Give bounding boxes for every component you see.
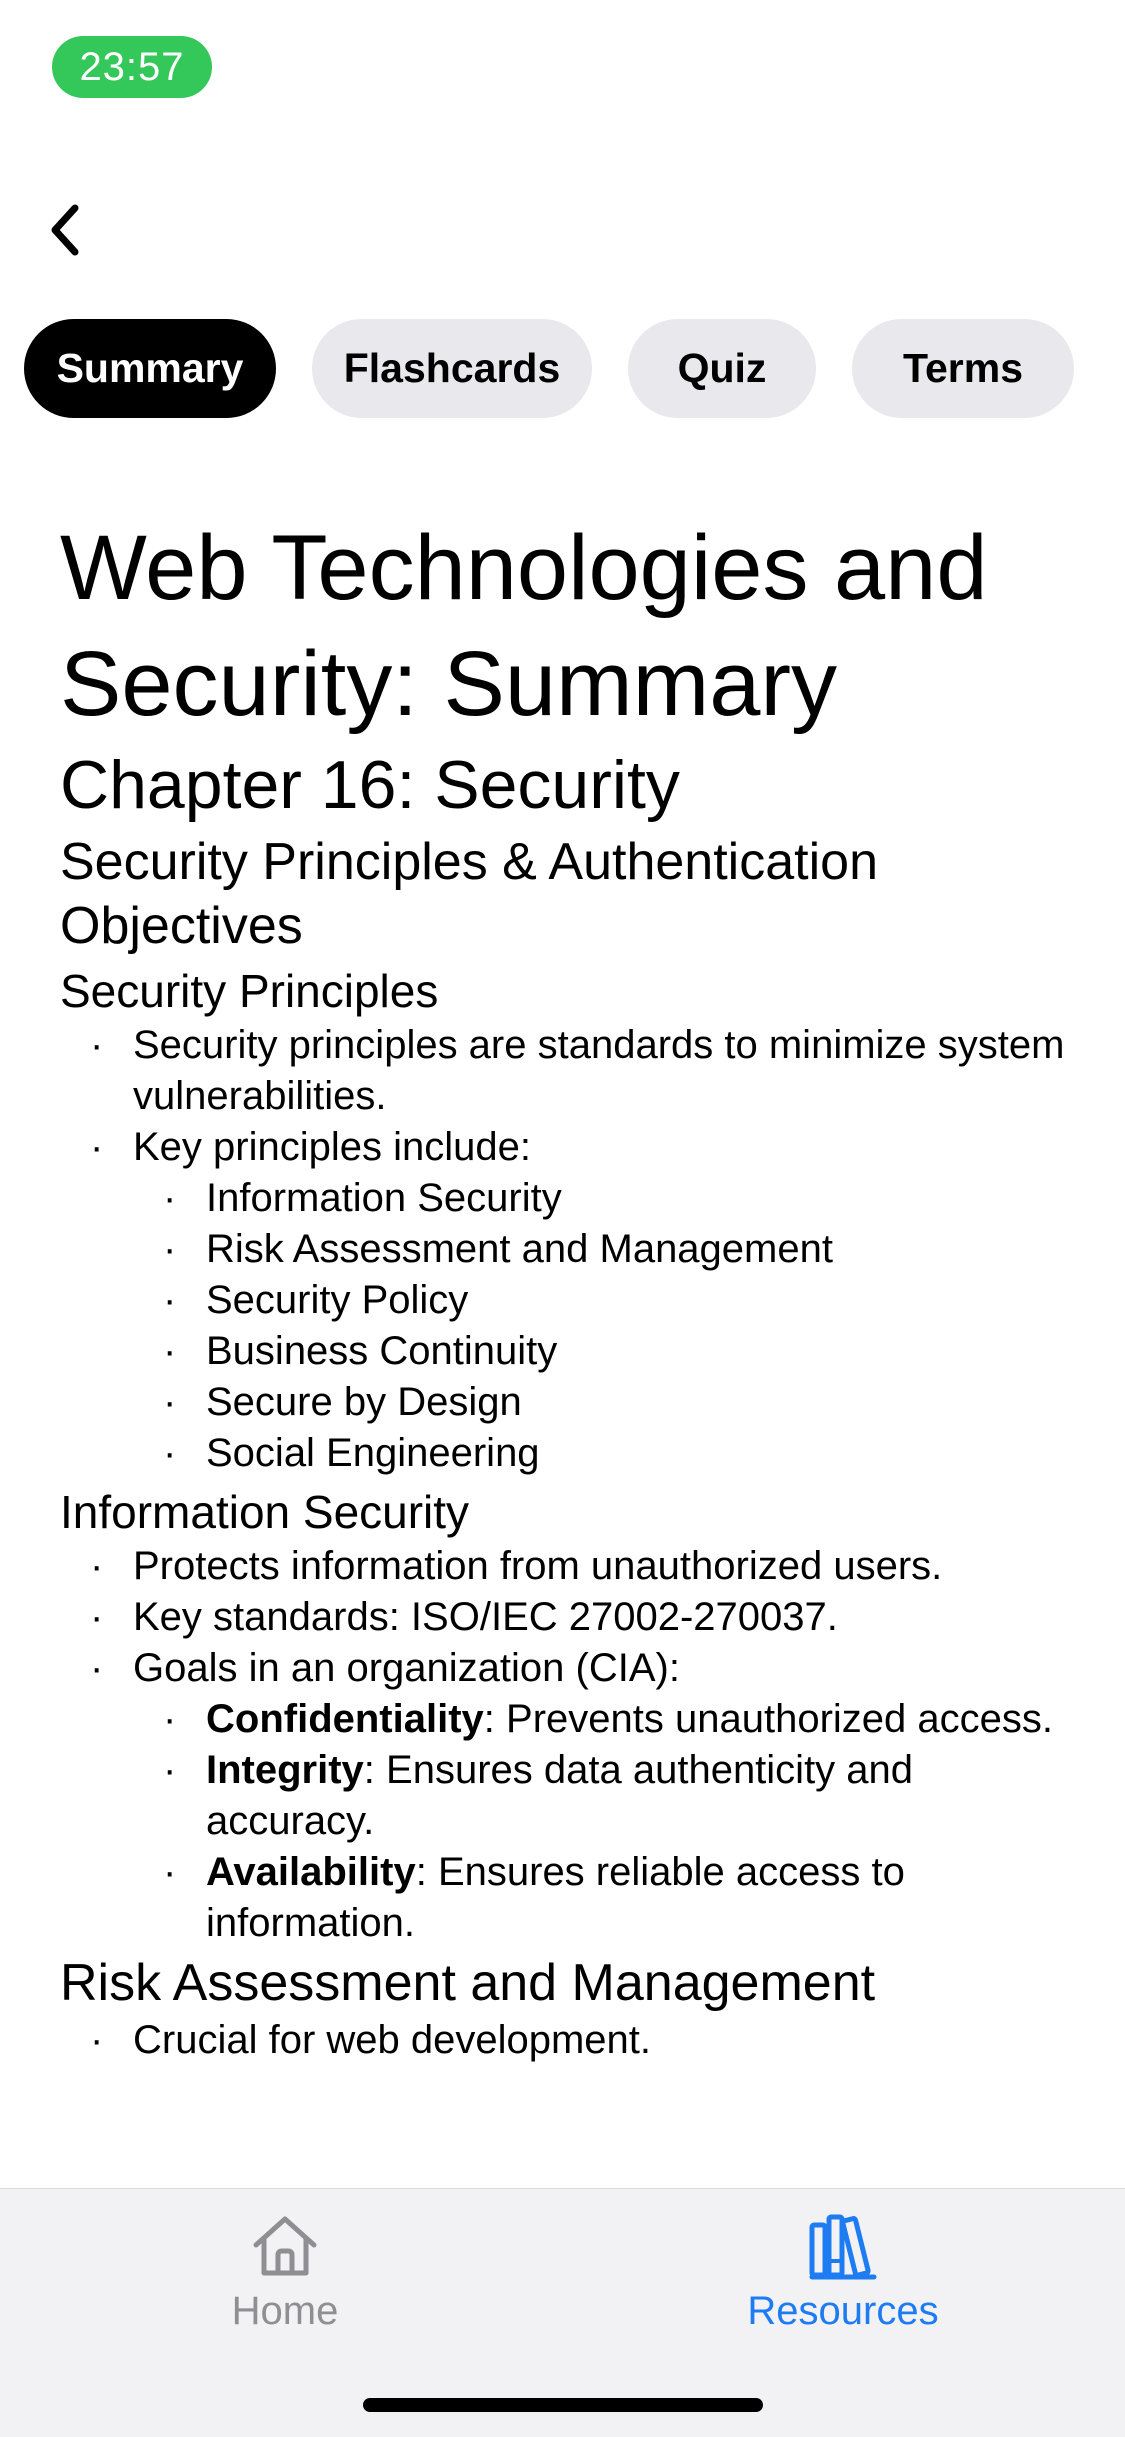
list-item: Social Engineering [163, 1428, 1070, 1479]
list-item: Protects information from unauthorized u… [90, 1541, 1070, 1592]
list-item: Availability: Ensures reliable access to… [163, 1847, 1070, 1949]
bullet-list: Protects information from unauthorized u… [60, 1541, 1070, 1949]
list-item: Goals in an organization (CIA): Confiden… [90, 1643, 1070, 1949]
subsection-heading: Risk Assessment and Management [60, 1954, 876, 2012]
house-icon [253, 2216, 317, 2276]
document-title: Web Technologies and Security: Summary [60, 517, 988, 735]
section-heading: Security Principles & Authentication Obj… [60, 833, 878, 955]
summary-content[interactable]: Web Technologies and Security: Summary C… [60, 510, 1070, 2085]
list-item: Secure by Design [163, 1377, 1070, 1428]
term-definition: : Prevents unauthorized access. [483, 1697, 1053, 1741]
status-time: 23:57 [52, 36, 212, 98]
list-item: Risk Assessment and Management [163, 1224, 1070, 1275]
books-icon [809, 2214, 877, 2280]
home-indicator [363, 2398, 763, 2412]
chapter-heading: Chapter 16: Security [60, 747, 680, 823]
list-item: Information Security [163, 1173, 1070, 1224]
bullet-list: Security principles are standards to min… [60, 1020, 1070, 1479]
tab-summary[interactable]: Summary [24, 319, 276, 418]
tab-bar-resources-label: Resources [747, 2289, 939, 2333]
bullet-list: Crucial for web development. [60, 2015, 1070, 2066]
list-item: Security principles are standards to min… [90, 1020, 1070, 1122]
tab-terms[interactable]: Terms [852, 319, 1074, 418]
nested-bullet-list: Confidentiality: Prevents unauthorized a… [133, 1694, 1070, 1949]
term: Integrity [206, 1748, 364, 1792]
tab-bar-resources[interactable]: Resources [693, 2211, 993, 2339]
list-item: Integrity: Ensures data authenticity and… [163, 1745, 1070, 1847]
nested-bullet-list: Information Security Risk Assessment and… [133, 1173, 1070, 1479]
list-item: Key principles include: Information Secu… [90, 1122, 1070, 1479]
tab-quiz[interactable]: Quiz [628, 319, 816, 418]
term: Availability [206, 1850, 416, 1894]
list-item-text: Goals in an organization (CIA): [133, 1646, 680, 1690]
back-button[interactable] [40, 195, 90, 265]
list-item: Crucial for web development. [90, 2015, 1070, 2066]
tab-flashcards[interactable]: Flashcards [312, 319, 592, 418]
term: Confidentiality [206, 1697, 484, 1741]
list-item: Confidentiality: Prevents unauthorized a… [163, 1694, 1070, 1745]
tab-bar-home[interactable]: Home [135, 2211, 435, 2339]
subsection-heading: Security Principles [60, 965, 439, 1017]
segmented-tabs: Summary Flashcards Quiz Terms [24, 319, 1074, 418]
list-item: Key standards: ISO/IEC 27002-270037. [90, 1592, 1070, 1643]
list-item: Business Continuity [163, 1326, 1070, 1377]
list-item-text: Key principles include: [133, 1125, 531, 1169]
tab-bar-home-label: Home [231, 2289, 339, 2333]
chevron-left-icon [51, 204, 79, 256]
subsection-heading: Information Security [60, 1486, 470, 1538]
list-item: Security Policy [163, 1275, 1070, 1326]
